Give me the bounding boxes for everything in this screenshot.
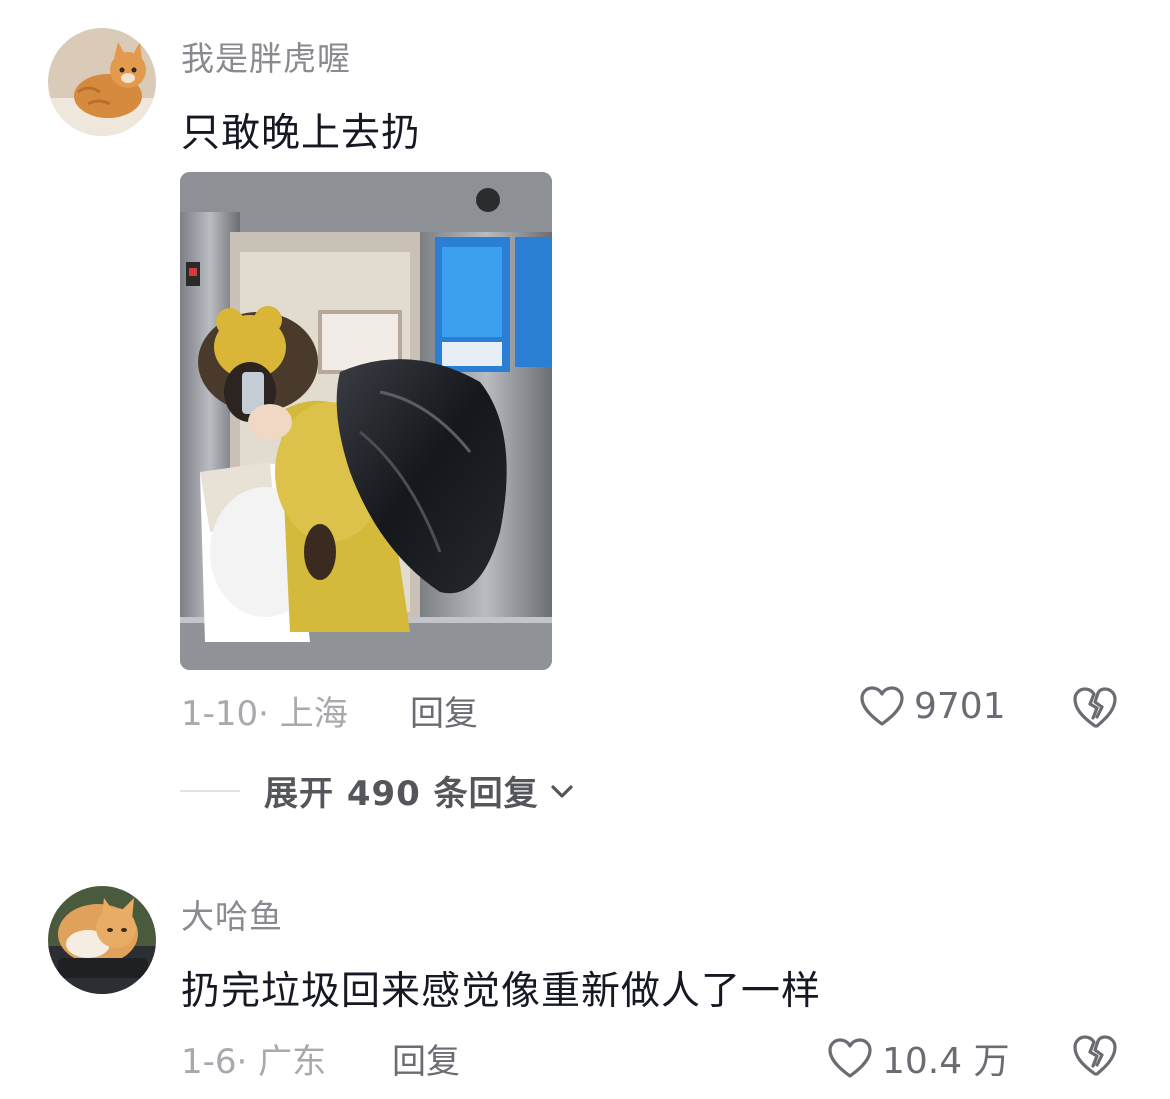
reply-button[interactable]: 回复 — [392, 1034, 460, 1083]
dislike-button[interactable] — [1071, 684, 1119, 730]
divider-line — [180, 789, 240, 792]
orange-cat-avatar-icon — [48, 28, 156, 136]
broken-heart-icon — [1073, 687, 1117, 728]
comment-username[interactable]: 大哈鱼 — [181, 890, 283, 938]
chevron-down-icon — [551, 784, 573, 798]
meta-separator: · — [258, 694, 269, 734]
comment-text: 只敢晚上去扔 — [181, 111, 422, 156]
like-button[interactable]: 10.4 万 — [826, 1032, 1010, 1084]
dislike-button[interactable] — [1071, 1032, 1119, 1078]
comment-location: 上海 — [279, 694, 348, 734]
heart-icon — [860, 686, 904, 726]
comment-meta: 1-6· 广东 — [181, 1034, 326, 1083]
ginger-cat-avatar-icon — [48, 886, 156, 994]
reply-button[interactable]: 回复 — [410, 686, 478, 735]
comment-date: 1-10 — [181, 694, 259, 734]
comment-image[interactable] — [180, 172, 552, 670]
like-button[interactable]: 9701 — [858, 684, 1006, 728]
heart-icon — [828, 1038, 872, 1078]
user-avatar[interactable] — [48, 886, 156, 994]
expand-replies-label: 展开 490 条回复 — [264, 774, 539, 814]
broken-heart-icon — [1073, 1035, 1117, 1076]
like-count: 9701 — [914, 685, 1006, 727]
comment-location: 广东 — [258, 1042, 327, 1082]
user-avatar[interactable] — [48, 28, 156, 136]
expand-replies-button[interactable]: 展开 490 条回复 — [180, 766, 575, 815]
meta-separator: · — [236, 1042, 248, 1082]
like-count: 10.4 万 — [882, 1041, 1010, 1082]
comment-text: 扔完垃圾回来感觉像重新做人了一样 — [181, 969, 822, 1014]
comment-date: 1-6 — [181, 1042, 237, 1082]
comment-username[interactable]: 我是胖虎喔 — [181, 32, 351, 80]
elevator-photo — [180, 172, 552, 670]
comment-meta: 1-10· 上海 — [181, 686, 348, 735]
